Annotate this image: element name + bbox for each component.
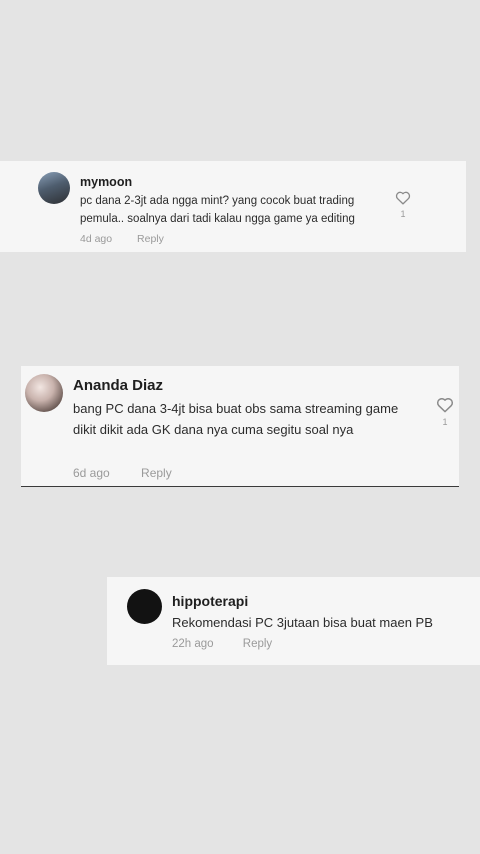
comment-text: pc dana 2-3jt ada ngga mint? yang cocok … bbox=[80, 195, 355, 225]
comment-card: hippoterapi Rekomendasi PC 3jutaan bisa … bbox=[107, 577, 480, 665]
avatar[interactable] bbox=[38, 172, 70, 204]
comment-meta: 6d ago Reply bbox=[73, 466, 172, 480]
heart-outline-icon bbox=[436, 397, 454, 413]
comment-timestamp: 22h ago bbox=[172, 638, 214, 650]
avatar[interactable] bbox=[127, 589, 162, 624]
comment-username[interactable]: hippoterapi bbox=[172, 593, 248, 609]
like-button[interactable]: 1 bbox=[435, 396, 455, 427]
avatar[interactable] bbox=[25, 374, 63, 412]
comment-card: mymoon pc dana 2-3jt ada ngga mint? yang… bbox=[0, 161, 466, 252]
comment-meta: 22h ago Reply bbox=[172, 638, 272, 650]
reply-button[interactable]: Reply bbox=[141, 466, 172, 480]
comment-timestamp: 4d ago bbox=[80, 233, 113, 245]
reply-button[interactable]: Reply bbox=[137, 233, 164, 245]
heart-outline-icon bbox=[395, 191, 411, 205]
comment-username[interactable]: Ananda Diaz bbox=[73, 377, 163, 394]
like-count: 1 bbox=[442, 417, 448, 427]
comment-timestamp: 6d ago bbox=[73, 466, 110, 480]
like-count: 1 bbox=[400, 209, 406, 219]
comment-card: Ananda Diaz bang PC dana 3-4jt bisa buat… bbox=[21, 366, 459, 487]
comment-text: bang PC dana 3-4jt bisa buat obs sama st… bbox=[73, 401, 399, 437]
comment-text: Rekomendasi PC 3jutaan bisa buat maen PB bbox=[172, 615, 433, 630]
comment-meta: 4d ago Reply bbox=[80, 233, 164, 245]
like-button[interactable]: 1 bbox=[394, 190, 412, 219]
reply-button[interactable]: Reply bbox=[243, 638, 272, 650]
comment-username[interactable]: mymoon bbox=[80, 175, 132, 189]
